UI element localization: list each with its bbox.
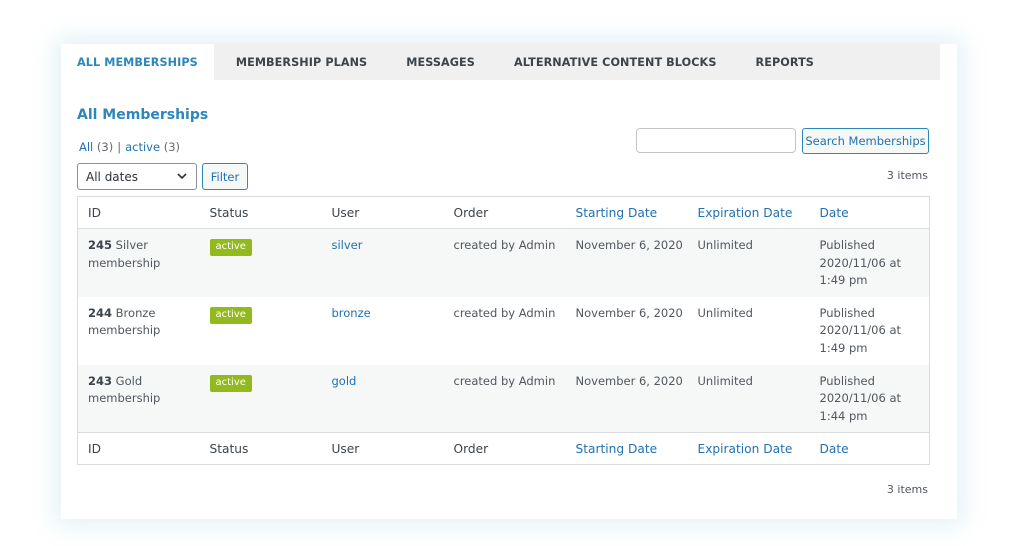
date-filter-value: All dates [86,169,139,184]
table-footer-row: ID Status User Order Starting Date Expir… [77,432,930,465]
cell-order: created by Admin [453,238,556,252]
column-footer-date[interactable]: Date [809,432,930,465]
cell-status: active [200,229,322,297]
user-link[interactable]: bronze [332,306,371,320]
column-header-starting-date[interactable]: Starting Date [565,196,688,229]
cell-id[interactable]: 245 Silver membership [78,229,200,297]
view-all-count: (3) [96,140,114,154]
status-badge: active [209,306,252,324]
column-footer-user: User [321,432,444,465]
cell-date: Published 2020/11/06 at 1:44 pm [810,365,930,433]
page-title: All Memberships [77,107,209,123]
tab-alternative-content-blocks[interactable]: ALTERNATIVE CONTENT BLOCKS [494,44,736,80]
view-separator: | [117,140,122,154]
column-header-date[interactable]: Date [809,196,930,229]
column-footer-expiration-date[interactable]: Expiration Date [687,432,810,465]
tab-messages[interactable]: MESSAGES [386,44,494,80]
cell-starting-date: November 6, 2020 [575,305,683,320]
memberships-panel: ALL MEMBERSHIPS MEMBERSHIP PLANS MESSAGE… [61,44,957,519]
tab-reports[interactable]: REPORTS [735,44,832,80]
tab-bar: ALL MEMBERSHIPS MEMBERSHIP PLANS MESSAGE… [61,44,940,80]
cell-order: created by Admin [453,373,556,388]
membership-id: 244 [88,305,113,320]
items-count-top: 3 items [886,169,928,182]
memberships-table: ID Status User Order Starting Date Expir… [77,196,930,465]
view-active-count: (3) [163,140,181,154]
filter-button[interactable]: Filter [202,163,248,190]
date-value: 2020/11/06 at 1:49 pm [819,255,902,288]
membership-id: 243 [88,373,113,388]
column-header-expiration-date[interactable]: Expiration Date [687,196,810,229]
table-row: 245 Silver membership active silver crea… [77,228,930,297]
column-header-id: ID [77,196,200,229]
status-badge: active [209,239,252,256]
cell-user: bronze [322,297,444,365]
cell-starting-date: November 6, 2020 [575,373,683,388]
date-value: 2020/11/06 at 1:49 pm [819,323,902,355]
column-header-status: Status [199,196,322,229]
cell-id[interactable]: 243 Gold membership [78,365,200,433]
cell-starting-date: November 6, 2020 [575,238,683,252]
date-status: Published [819,373,875,388]
date-filter-select[interactable]: All dates [77,163,197,190]
cell-expiration-date: Unlimited [697,305,753,320]
user-link[interactable]: gold [332,374,357,388]
table-row: 243 Gold membership active gold created … [77,364,930,433]
cell-status: active [200,297,322,365]
table-row: 244 Bronze membership active bronze crea… [77,296,930,365]
cell-expiration-date: Unlimited [697,373,753,388]
cell-status: active [200,365,322,433]
cell-user: gold [322,365,444,433]
column-header-order: Order [443,196,566,229]
cell-id[interactable]: 244 Bronze membership [78,297,200,365]
tab-membership-plans[interactable]: MEMBERSHIP PLANS [214,44,386,80]
date-status: Published [819,238,875,252]
date-status: Published [819,305,875,320]
user-link[interactable]: silver [332,238,363,252]
cell-date: Published 2020/11/06 at 1:49 pm [810,297,930,365]
items-count-bottom: 3 items [886,483,928,496]
view-all-label: All [79,140,94,154]
cell-expiration-date: Unlimited [697,238,753,252]
status-badge: active [209,374,252,392]
search-memberships-button[interactable]: Search Memberships [802,128,929,154]
cell-order: created by Admin [453,305,556,320]
cell-user: silver [322,229,444,297]
cell-date: Published 2020/11/06 at 1:49 pm [810,229,930,297]
chevron-down-icon [177,173,187,180]
view-all-link[interactable]: All (3) [79,140,113,154]
view-filters: All (3) | active (3) [79,140,180,154]
column-header-user: User [321,196,444,229]
column-footer-order: Order [443,432,566,465]
date-value: 2020/11/06 at 1:44 pm [819,391,902,423]
column-footer-starting-date[interactable]: Starting Date [565,432,688,465]
tab-all-memberships[interactable]: ALL MEMBERSHIPS [61,44,214,80]
membership-id: 245 [88,238,113,252]
view-active-label: active [125,140,161,154]
view-active-link[interactable]: active (3) [125,140,180,154]
search-input[interactable] [636,128,796,153]
table-header-row: ID Status User Order Starting Date Expir… [77,196,930,229]
column-footer-id: ID [77,432,200,465]
column-footer-status: Status [199,432,322,465]
